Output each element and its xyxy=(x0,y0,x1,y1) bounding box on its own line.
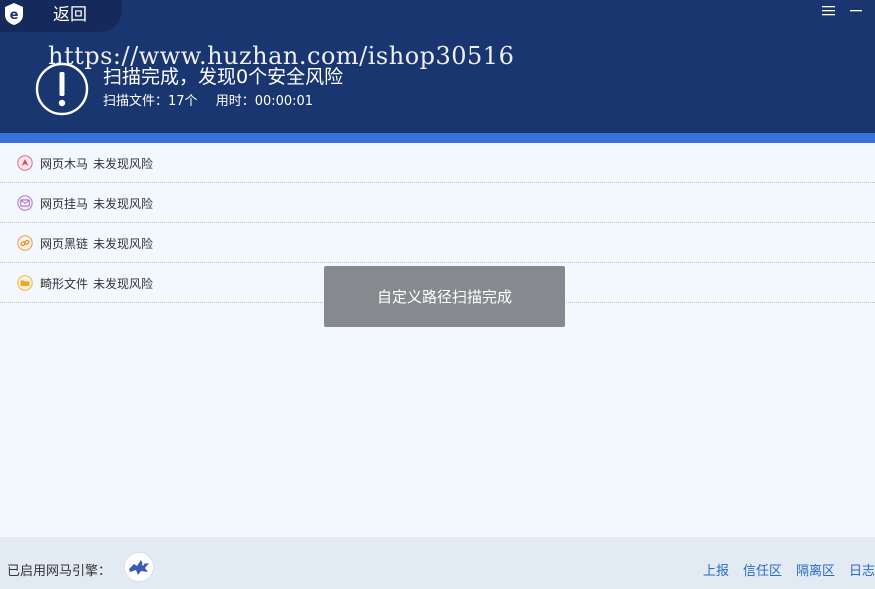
folder-icon xyxy=(17,275,33,291)
list-item: 网页木马 未发现风险 xyxy=(0,143,875,183)
result-name: 网页挂马 xyxy=(40,197,89,211)
back-label[interactable]: 返回 xyxy=(53,4,87,26)
result-status: 未发现风险 xyxy=(93,157,154,171)
app-logo-icon: e xyxy=(5,3,23,25)
engine-badge-icon[interactable] xyxy=(124,552,154,582)
exclamation-circle-icon xyxy=(35,62,89,116)
quarantine-link[interactable]: 隔离区 xyxy=(796,564,835,579)
minimize-icon[interactable] xyxy=(850,5,862,16)
files-scanned-count: 扫描文件：17个 xyxy=(103,94,198,109)
menu-icon[interactable] xyxy=(822,5,835,16)
list-item: 网页黑链 未发现风险 xyxy=(0,223,875,263)
result-name: 网页黑链 xyxy=(40,237,89,251)
svg-text:e: e xyxy=(10,8,19,23)
list-item: 网页挂马 未发现风险 xyxy=(0,183,875,223)
link-icon xyxy=(17,235,33,251)
result-name: 畸形文件 xyxy=(40,277,89,291)
footer: 已启用网马引擎： 上报 信任区 隔离区 日志 xyxy=(0,537,875,589)
engine-label: 已启用网马引擎： xyxy=(7,564,112,579)
header-accent-bar xyxy=(0,133,875,143)
result-status: 未发现风险 xyxy=(93,237,154,251)
scan-summary: 扫描文件：17个 用时：00:00:01 xyxy=(103,90,327,109)
result-status: 未发现风险 xyxy=(93,197,154,211)
scan-result-title: 扫描完成，发现0个安全风险 xyxy=(103,66,344,88)
mail-horse-icon xyxy=(17,195,33,211)
result-status: 未发现风险 xyxy=(93,277,154,291)
trojan-icon xyxy=(17,155,33,171)
toast-message: 自定义路径扫描完成 xyxy=(324,266,565,327)
elapsed-time: 用时：00:00:01 xyxy=(215,94,314,109)
log-link[interactable]: 日志 xyxy=(849,564,875,579)
report-link[interactable]: 上报 xyxy=(703,564,729,579)
trust-zone-link[interactable]: 信任区 xyxy=(743,564,782,579)
back-button[interactable]: e 返回 xyxy=(0,0,122,32)
header: e 返回 https://www.huzhan.com/ishop30516 扫… xyxy=(0,0,875,133)
footer-links: 上报 信任区 隔离区 日志 xyxy=(689,560,875,579)
result-name: 网页木马 xyxy=(40,157,89,171)
scan-result-window: e 返回 https://www.huzhan.com/ishop30516 扫… xyxy=(0,0,875,589)
